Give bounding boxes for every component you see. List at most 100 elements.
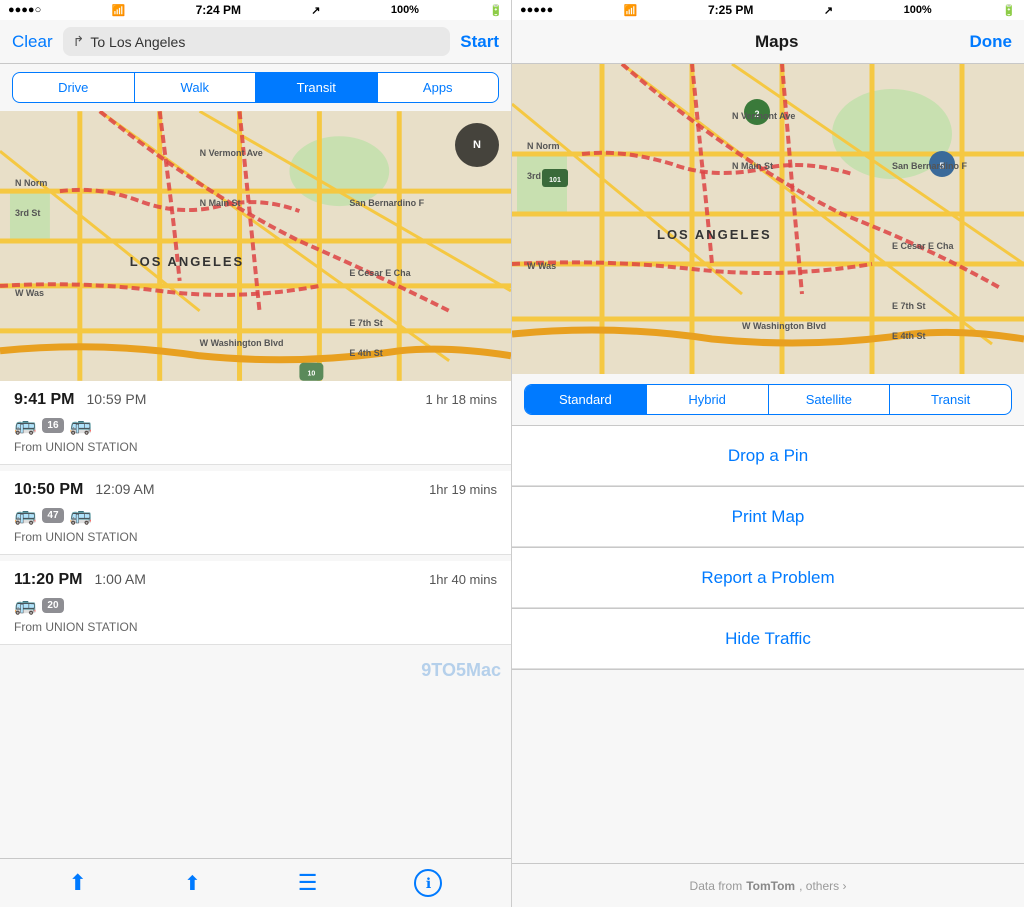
- svg-text:N Vermont Ave: N Vermont Ave: [200, 148, 263, 158]
- svg-text:101: 101: [549, 177, 561, 184]
- data-attribution-footer[interactable]: Data from TomTom , others ›: [512, 863, 1024, 907]
- svg-text:E Cesar E Cha: E Cesar E Cha: [349, 268, 411, 278]
- depart-time-1: 9:41 PM: [14, 391, 74, 409]
- map-right[interactable]: 2 5 N Norm 3rd St W Was N Main St N Verm…: [512, 64, 1024, 374]
- done-button[interactable]: Done: [970, 32, 1013, 52]
- share-icon[interactable]: ⬆: [184, 871, 201, 896]
- transit-route-3[interactable]: 11:20 PM 1:00 AM 1hr 40 mins 🚌 20 From U…: [0, 561, 511, 645]
- print-map-label: Print Map: [732, 507, 805, 527]
- bus-icon-2b: 🚌: [70, 505, 92, 526]
- depart-time-3: 11:20 PM: [14, 571, 82, 589]
- arrive-time-3: 1:00 AM: [94, 571, 145, 587]
- arrow-icon-left: ↗: [311, 4, 320, 17]
- print-map-button[interactable]: Print Map: [512, 487, 1024, 547]
- satellite-map-tab[interactable]: Satellite: [769, 385, 891, 414]
- nav-bar-left: Clear ↱ To Los Angeles Start: [0, 20, 511, 64]
- battery-icon-right: 🔋: [1002, 4, 1016, 17]
- duration-1: 1 hr 18 mins: [425, 392, 497, 407]
- hide-traffic-button[interactable]: Hide Traffic: [512, 609, 1024, 669]
- right-panel: ●●●●● 📶 7:25 PM ↗ 100% 🔋 Maps Done: [512, 0, 1024, 907]
- data-prefix: Data from: [690, 879, 743, 893]
- destination-text: To Los Angeles: [90, 34, 185, 50]
- status-time-right: 7:25 PM: [708, 3, 753, 17]
- signal-dots-right: ●●●●●: [520, 4, 553, 16]
- walk-tab[interactable]: Walk: [135, 73, 257, 102]
- compass[interactable]: N: [455, 123, 499, 167]
- battery-label-left: 100%: [391, 4, 419, 16]
- svg-text:E 4th St: E 4th St: [892, 331, 926, 341]
- transit-tab[interactable]: Transit: [256, 73, 378, 102]
- transit-icons-2: 🚌 47 🚌: [14, 505, 497, 526]
- svg-text:N Main St: N Main St: [200, 198, 241, 208]
- svg-text:E 4th St: E 4th St: [349, 348, 382, 358]
- map-options-menu: Drop a Pin Print Map Report a Problem Hi…: [512, 425, 1024, 863]
- wifi-icon-right: 📶: [624, 4, 638, 17]
- bus-badge-3a: 20: [42, 598, 63, 613]
- turn-icon: ↱: [73, 33, 85, 50]
- svg-text:E Cesar E Cha: E Cesar E Cha: [892, 241, 955, 251]
- bus-icon-3a: 🚌: [14, 595, 36, 616]
- transit-icons-3: 🚌 20: [14, 595, 497, 616]
- start-button[interactable]: Start: [460, 32, 499, 52]
- hide-traffic-label: Hide Traffic: [725, 629, 811, 649]
- svg-text:LOS ANGELES: LOS ANGELES: [657, 227, 772, 242]
- svg-text:San Bernardino F: San Bernardino F: [892, 161, 968, 171]
- transit-route-1[interactable]: 9:41 PM 10:59 PM 1 hr 18 mins 🚌 16 🚌 Fro…: [0, 381, 511, 465]
- apps-tab[interactable]: Apps: [378, 73, 499, 102]
- nav-bar-right: Maps Done: [512, 20, 1024, 64]
- map-left[interactable]: 60 10 N Norm 3rd St W Was N Main St N Ve…: [0, 111, 511, 381]
- bus-icon-1a: 🚌: [14, 415, 36, 436]
- svg-text:N Vermont Ave: N Vermont Ave: [732, 111, 795, 121]
- depart-time-2: 10:50 PM: [14, 481, 83, 499]
- left-panel: ●●●●○ 📶 7:24 PM ↗ 100% 🔋 Clear ↱ To Los …: [0, 0, 512, 907]
- bus-icon-1b: 🚌: [70, 415, 92, 436]
- arrive-time-1: 10:59 PM: [86, 391, 146, 407]
- arrow-icon-right: ↗: [824, 4, 833, 17]
- battery-label-right: 100%: [904, 4, 932, 16]
- svg-text:N Norm: N Norm: [527, 141, 560, 151]
- location-icon[interactable]: ⬆: [69, 870, 87, 896]
- hybrid-map-tab[interactable]: Hybrid: [647, 385, 769, 414]
- duration-2: 1hr 19 mins: [429, 482, 497, 497]
- tomtom-brand: TomTom: [746, 879, 795, 893]
- map-type-segment-control: Standard Hybrid Satellite Transit: [524, 384, 1012, 415]
- info-icon[interactable]: ℹ: [414, 869, 442, 897]
- report-problem-button[interactable]: Report a Problem: [512, 548, 1024, 608]
- transit-list: 9:41 PM 10:59 PM 1 hr 18 mins 🚌 16 🚌 Fro…: [0, 381, 511, 858]
- watermark: 9TO5Mac: [421, 660, 501, 681]
- transit-map-tab[interactable]: Transit: [890, 385, 1011, 414]
- svg-text:N Norm: N Norm: [15, 178, 47, 188]
- svg-text:E 7th St: E 7th St: [349, 318, 382, 328]
- drive-tab[interactable]: Drive: [13, 73, 135, 102]
- svg-text:W Was: W Was: [15, 288, 44, 298]
- transit-icons-1: 🚌 16 🚌: [14, 415, 497, 436]
- status-bar-left: ●●●●○ 📶 7:24 PM ↗ 100% 🔋: [0, 0, 511, 20]
- drop-pin-label: Drop a Pin: [728, 446, 808, 466]
- svg-text:E 7th St: E 7th St: [892, 301, 926, 311]
- list-icon[interactable]: ☰: [298, 870, 318, 896]
- transit-route-2[interactable]: 10:50 PM 12:09 AM 1hr 19 mins 🚌 47 🚌 Fro…: [0, 471, 511, 555]
- battery-icon-left: 🔋: [489, 4, 503, 17]
- svg-text:San Bernardino F: San Bernardino F: [349, 198, 424, 208]
- signal-dots-left: ●●●●○: [8, 4, 41, 16]
- wifi-icon-left: 📶: [112, 4, 126, 17]
- from-label-1: From UNION STATION: [14, 440, 497, 454]
- drop-pin-button[interactable]: Drop a Pin: [512, 426, 1024, 486]
- svg-text:W Was: W Was: [527, 261, 556, 271]
- from-label-3: From UNION STATION: [14, 620, 497, 634]
- standard-map-tab[interactable]: Standard: [525, 385, 647, 414]
- arrive-time-2: 12:09 AM: [95, 481, 154, 497]
- bus-icon-2a: 🚌: [14, 505, 36, 526]
- svg-text:10: 10: [308, 371, 316, 378]
- report-problem-label: Report a Problem: [701, 568, 834, 588]
- bus-badge-1a: 16: [42, 418, 63, 433]
- duration-3: 1hr 40 mins: [429, 572, 497, 587]
- bus-badge-2a: 47: [42, 508, 63, 523]
- from-label-2: From UNION STATION: [14, 530, 497, 544]
- data-suffix: , others ›: [799, 879, 846, 893]
- page-title: Maps: [755, 32, 798, 52]
- clear-button[interactable]: Clear: [12, 32, 53, 52]
- destination-field[interactable]: ↱ To Los Angeles: [63, 27, 451, 56]
- separator-bottom: [512, 669, 1024, 670]
- status-bar-right: ●●●●● 📶 7:25 PM ↗ 100% 🔋: [512, 0, 1024, 20]
